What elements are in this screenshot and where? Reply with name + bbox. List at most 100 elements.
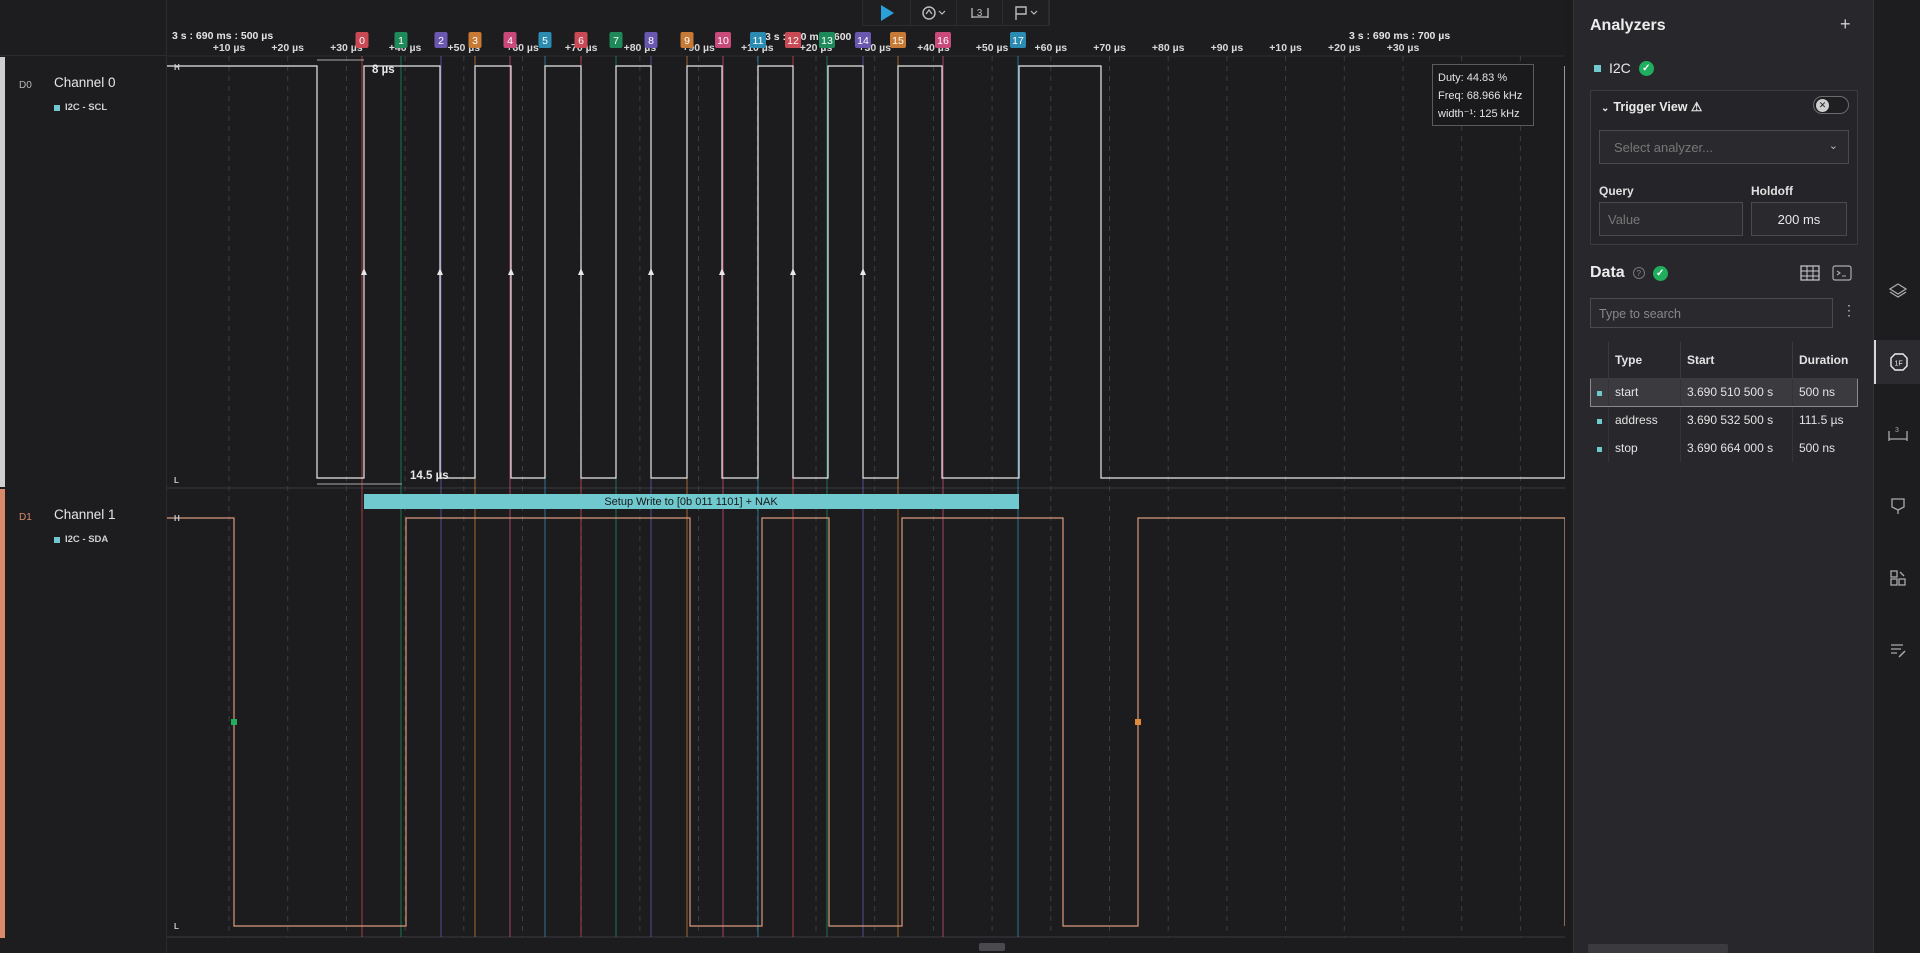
stop-condition-marker bbox=[1135, 719, 1141, 725]
terminal-view-icon[interactable] bbox=[1832, 265, 1852, 281]
sda-waveform bbox=[167, 517, 1565, 927]
channel-list: D0 Channel 0 I2C - SCL D1 Channel 1 I2C … bbox=[0, 0, 167, 953]
marker-label: 4 bbox=[507, 35, 513, 47]
sidebar-item-timing[interactable]: 3 bbox=[1874, 412, 1920, 456]
cell-start: 3.690 532 500 s bbox=[1680, 406, 1793, 434]
add-analyzer-button[interactable]: + bbox=[1840, 14, 1851, 35]
column-header-duration[interactable]: Duration bbox=[1792, 342, 1858, 379]
annotation-flag-button[interactable] bbox=[1003, 0, 1049, 26]
sidebar-item-device[interactable] bbox=[1874, 268, 1920, 312]
notes-icon bbox=[1890, 644, 1906, 658]
channel-0-name[interactable]: Channel 0 bbox=[54, 75, 116, 90]
table-row[interactable]: address 3.690 532 500 s 111.5 µs bbox=[1591, 406, 1858, 434]
table-row[interactable]: start 3.690 510 500 s 500 ns bbox=[1590, 377, 1858, 407]
marker-label: 5 bbox=[542, 35, 548, 47]
rising-edge-arrow bbox=[578, 268, 584, 275]
cell-start: 3.690 664 000 s bbox=[1680, 434, 1793, 462]
query-label: Query bbox=[1599, 184, 1634, 198]
marker-label: 0 bbox=[359, 35, 365, 47]
timing-markers-button[interactable]: 3 bbox=[957, 0, 1003, 26]
side-panel: Analyzers + I2C ✓ ⌄ Trigger View ⚠ ✕ Sele… bbox=[1573, 0, 1873, 953]
marker-label: 16 bbox=[937, 35, 949, 47]
trigger-view-header[interactable]: ⌄ Trigger View ⚠ bbox=[1601, 99, 1702, 114]
holdoff-label: Holdoff bbox=[1751, 184, 1793, 198]
trigger-view-toggle[interactable]: ✕ bbox=[1813, 96, 1849, 114]
marker-label: 7 bbox=[613, 35, 619, 47]
level-low-label: L bbox=[174, 476, 179, 485]
channel-1-stripe bbox=[0, 489, 5, 938]
marker-label: 10 bbox=[717, 35, 729, 47]
layers-icon bbox=[1888, 283, 1907, 298]
marker-label: 12 bbox=[787, 35, 799, 47]
rising-edge-arrow bbox=[790, 268, 796, 275]
rising-edge-arrow bbox=[648, 268, 654, 275]
time-tick-label: +90 µs bbox=[1211, 42, 1244, 54]
trigger-mode-button[interactable] bbox=[911, 0, 957, 26]
flag-icon bbox=[1014, 6, 1037, 20]
table-row[interactable]: stop 3.690 664 000 s 500 ns bbox=[1591, 434, 1858, 462]
extensions-icon bbox=[1889, 570, 1906, 586]
panel-scrollbar-thumb[interactable] bbox=[1588, 944, 1728, 953]
level-high-label: H bbox=[174, 63, 180, 72]
width-measure-label: 8 µs bbox=[372, 64, 395, 76]
table-view-icon[interactable] bbox=[1800, 265, 1820, 281]
marker-label: 8 bbox=[648, 35, 654, 47]
analyzer-item-i2c[interactable]: I2C ✓ bbox=[1594, 60, 1654, 76]
sidebar-item-extensions[interactable] bbox=[1874, 556, 1920, 600]
marker-pin-icon bbox=[1890, 498, 1905, 514]
cell-type: start bbox=[1608, 377, 1681, 407]
channel-1-analyzer: I2C - SDA bbox=[54, 534, 108, 545]
marker-label: 1 bbox=[398, 35, 404, 47]
channel-1-row[interactable]: D1 Channel 1 I2C - SDA bbox=[0, 489, 167, 938]
timeline-anchor-mid: 3 s : 690 ms : 600 µs bbox=[765, 31, 866, 43]
sidebar-item-analyzers[interactable]: 1F bbox=[1874, 340, 1920, 384]
sidebar-nav: 1F 3 bbox=[1873, 0, 1920, 953]
timeline-scrollbar-thumb[interactable] bbox=[979, 943, 1005, 951]
check-icon: ✓ bbox=[1652, 265, 1668, 281]
marker-label: 15 bbox=[892, 35, 904, 47]
time-tick-label: +70 µs bbox=[1093, 42, 1126, 54]
data-search-input[interactable]: Type to search bbox=[1590, 298, 1833, 328]
column-header-start[interactable]: Start bbox=[1680, 342, 1793, 379]
timeline-anchor-right: 3 s : 690 ms : 700 µs bbox=[1349, 30, 1450, 42]
waveform-canvas[interactable]: +10 µs+20 µs+30 µs+40 µs+50 µs+60 µs+70 … bbox=[167, 0, 1565, 953]
tooltip-width: width⁻¹: 125 kHz bbox=[1438, 108, 1520, 120]
close-icon: ✕ bbox=[1816, 99, 1829, 112]
query-input[interactable]: Value bbox=[1599, 202, 1743, 236]
timeline-anchor-left: 3 s : 690 ms : 500 µs bbox=[172, 30, 273, 42]
data-title: Data bbox=[1590, 264, 1625, 281]
check-icon: ✓ bbox=[1638, 60, 1654, 76]
marker-label: 6 bbox=[578, 35, 584, 47]
marker-label: 9 bbox=[684, 35, 690, 47]
holdoff-input[interactable]: 200 ms bbox=[1751, 202, 1847, 236]
column-header-type[interactable]: Type bbox=[1608, 342, 1681, 379]
waveform-area[interactable]: +10 µs+20 µs+30 µs+40 µs+50 µs+60 µs+70 … bbox=[167, 0, 1565, 953]
time-tick-label: +60 µs bbox=[1034, 42, 1067, 54]
analyzer-color-swatch bbox=[54, 536, 60, 543]
channel-1-name[interactable]: Channel 1 bbox=[54, 507, 116, 522]
time-tick-label: +20 µs bbox=[271, 42, 304, 54]
channel-0-dlabel: D0 bbox=[19, 80, 32, 91]
help-icon[interactable]: ? bbox=[1632, 267, 1645, 279]
start-capture-button[interactable] bbox=[863, 0, 911, 26]
sidebar-item-notes[interactable] bbox=[1874, 628, 1920, 672]
more-options-icon[interactable]: ⋮ bbox=[1842, 302, 1856, 319]
time-tick-label: +20 µs bbox=[1328, 42, 1361, 54]
trigger-icon bbox=[921, 6, 945, 20]
marker-label: 2 bbox=[438, 35, 444, 47]
play-icon bbox=[880, 5, 894, 21]
level-low-label: L bbox=[174, 922, 179, 931]
rising-edge-arrow bbox=[508, 268, 514, 275]
capture-toolbar: 3 bbox=[862, 0, 1050, 26]
channel-0-stripe bbox=[0, 57, 5, 487]
tooltip-duty: Duty: 44.83 % bbox=[1438, 72, 1508, 84]
chevron-down-icon: ⌄ bbox=[1601, 103, 1610, 114]
chevron-down-icon: ⌄ bbox=[1828, 140, 1838, 152]
channel-0-row[interactable]: D0 Channel 0 I2C - SCL bbox=[0, 57, 167, 487]
measure-icon: 3 bbox=[1887, 427, 1908, 441]
time-tick-label: +10 µs bbox=[213, 42, 246, 54]
sidebar-item-markers[interactable] bbox=[1874, 484, 1920, 528]
analyzer-color-swatch bbox=[54, 104, 60, 111]
rising-edge-arrow bbox=[437, 268, 443, 275]
analyzer-select[interactable]: Select analyzer... ⌄ bbox=[1599, 130, 1849, 164]
